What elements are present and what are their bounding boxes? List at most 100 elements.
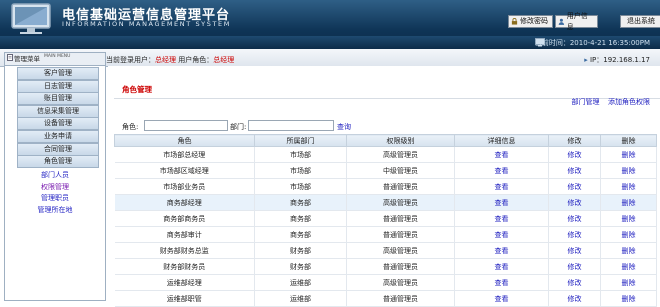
user-icon (558, 18, 565, 25)
edit-link[interactable]: 修改 (548, 210, 601, 227)
column-header: 详细信息 (454, 134, 549, 147)
cell-level: 普通管理员 (346, 226, 455, 243)
sidebar-subitem[interactable]: 管理职员 (5, 193, 105, 203)
view-link[interactable]: 查看 (454, 274, 549, 291)
delete-link[interactable]: 删除 (600, 290, 657, 307)
edit-link[interactable]: 修改 (548, 258, 601, 275)
table-row[interactable]: 运维部职管 运维部 普通管理员 查看 修改 删除 (114, 290, 657, 307)
table-row[interactable]: 商务部经理 商务部 高级管理员 查看 修改 删除 (114, 194, 657, 211)
current-user-info: 当前登录用户：总经理 用户角色：总经理 (106, 55, 234, 65)
dept-input[interactable] (248, 120, 334, 131)
role-input[interactable] (144, 120, 228, 131)
table-row[interactable]: 财务部财务总监 财务部 高级管理员 查看 修改 删除 (114, 242, 657, 259)
cell-role: 商务部经理 (114, 194, 255, 211)
search-link[interactable]: 查询 (337, 122, 351, 132)
edit-link[interactable]: 修改 (548, 274, 601, 291)
view-link[interactable]: 查看 (454, 258, 549, 275)
cell-dept: 商务部 (254, 210, 347, 227)
cell-dept: 商务部 (254, 226, 347, 243)
ip-address: ▸ IP：192.168.1.17 (584, 55, 650, 65)
user-info-button[interactable]: 用户信息 (555, 12, 598, 31)
delete-link[interactable]: 删除 (600, 146, 657, 163)
cell-dept: 市场部 (254, 146, 347, 163)
sidebar-item[interactable]: 日志管理 (17, 79, 99, 93)
cell-level: 高级管理员 (346, 274, 455, 291)
view-link[interactable]: 查看 (454, 226, 549, 243)
role-prefix: 用户角色： (176, 56, 214, 64)
sidebar-item[interactable]: 账目管理 (17, 92, 99, 106)
cell-level: 普通管理员 (346, 258, 455, 275)
top-links: 部门管理 添加角色权限 (572, 97, 650, 107)
edit-link[interactable]: 修改 (548, 146, 601, 163)
cell-level: 中级管理员 (346, 162, 455, 179)
sidebar-subitem[interactable]: 权限管理 (5, 182, 105, 192)
cell-level: 高级管理员 (346, 194, 455, 211)
table-row[interactable]: 市场部区域经理 市场部 中级管理员 查看 修改 删除 (114, 162, 657, 179)
table-header-row: 角色 所属部门 权限级别 详细信息 修改 删除 (114, 134, 657, 147)
edit-link[interactable]: 修改 (548, 242, 601, 259)
view-link[interactable]: 查看 (454, 242, 549, 259)
table-row[interactable]: 市场部总经理 市场部 高级管理员 查看 修改 删除 (114, 146, 657, 163)
view-link[interactable]: 查看 (454, 146, 549, 163)
cell-level: 普通管理员 (346, 290, 455, 307)
exit-button[interactable]: 退出系统 (620, 15, 660, 28)
sidebar: 客户管理 日志管理 账目管理 信息采集管理 设备管理 业务申请 合同管理 角色管理 部门人员权限… (4, 66, 106, 301)
cell-role: 市场部总经理 (114, 146, 255, 163)
dept-manage-link[interactable]: 部门管理 (572, 98, 600, 106)
sidebar-item[interactable]: 业务申请 (17, 130, 99, 143)
delete-link[interactable]: 删除 (600, 274, 657, 291)
change-password-label: 修改密码 (520, 17, 548, 25)
cell-role: 运维部职管 (114, 290, 255, 307)
column-header: 权限级别 (346, 134, 455, 147)
cell-level: 普通管理员 (346, 178, 455, 195)
sidebar-subitem[interactable]: 部门人员 (5, 170, 105, 180)
column-header: 删除 (600, 134, 657, 147)
delete-link[interactable]: 删除 (600, 162, 657, 179)
user-name: 总经理 (155, 56, 176, 64)
view-link[interactable]: 查看 (454, 210, 549, 227)
sidebar-item[interactable]: 角色管理 (17, 155, 99, 169)
delete-link[interactable]: 删除 (600, 210, 657, 227)
add-role-link[interactable]: 添加角色权限 (608, 98, 650, 106)
cell-dept: 市场部 (254, 162, 347, 179)
edit-link[interactable]: 修改 (548, 290, 601, 307)
cell-dept: 财务部 (254, 242, 347, 259)
sidebar-item[interactable]: 设备管理 (17, 117, 99, 131)
cell-dept: 商务部 (254, 194, 347, 211)
table-row[interactable]: 商务部审计 商务部 普通管理员 查看 修改 删除 (114, 226, 657, 243)
monitor-logo-icon (11, 3, 51, 34)
view-link[interactable]: 查看 (454, 290, 549, 307)
table-row[interactable]: 市场部业务员 市场部 普通管理员 查看 修改 删除 (114, 178, 657, 195)
delete-link[interactable]: 删除 (600, 178, 657, 195)
edit-link[interactable]: 修改 (548, 194, 601, 211)
delete-link[interactable]: 删除 (600, 258, 657, 275)
delete-link[interactable]: 删除 (600, 194, 657, 211)
view-link[interactable]: 查看 (454, 194, 549, 211)
role-filter-label: 角色: (122, 123, 139, 131)
table-row[interactable]: 商务部商务员 商务部 普通管理员 查看 修改 删除 (114, 210, 657, 227)
sidebar-item[interactable]: 信息采集管理 (17, 104, 99, 118)
cell-role: 市场部区域经理 (114, 162, 255, 179)
ip-label: IP：192.168.1.17 (589, 56, 650, 64)
table-row[interactable]: 运维部经理 运维部 高级管理员 查看 修改 删除 (114, 274, 657, 291)
app-subtitle: INFORMATION MANAGEMENT SYSTEM (62, 20, 231, 28)
change-password-button[interactable]: 修改密码 (508, 15, 553, 28)
sidebar-item[interactable]: 合同管理 (17, 142, 99, 156)
sidebar-subitem[interactable]: 管理所在地 (5, 205, 105, 215)
edit-link[interactable]: 修改 (548, 162, 601, 179)
role-table: 角色 所属部门 权限级别 详细信息 修改 删除 市场部总经理 市场部 高级管理员 查看 修改 删除市… (114, 134, 657, 307)
view-link[interactable]: 查看 (454, 162, 549, 179)
edit-link[interactable]: 修改 (548, 226, 601, 243)
view-link[interactable]: 查看 (454, 178, 549, 195)
cell-dept: 市场部 (254, 178, 347, 195)
cell-role: 财务部财务员 (114, 258, 255, 275)
delete-link[interactable]: 删除 (600, 242, 657, 259)
delete-link[interactable]: 删除 (600, 226, 657, 243)
dept-filter-label: 部门: (230, 123, 247, 131)
sidebar-item[interactable]: 客户管理 (17, 67, 99, 80)
user-prefix: 当前登录用户： (106, 56, 155, 64)
lock-icon (511, 18, 518, 25)
cell-dept: 运维部 (254, 290, 347, 307)
table-row[interactable]: 财务部财务员 财务部 普通管理员 查看 修改 删除 (114, 258, 657, 275)
edit-link[interactable]: 修改 (548, 178, 601, 195)
